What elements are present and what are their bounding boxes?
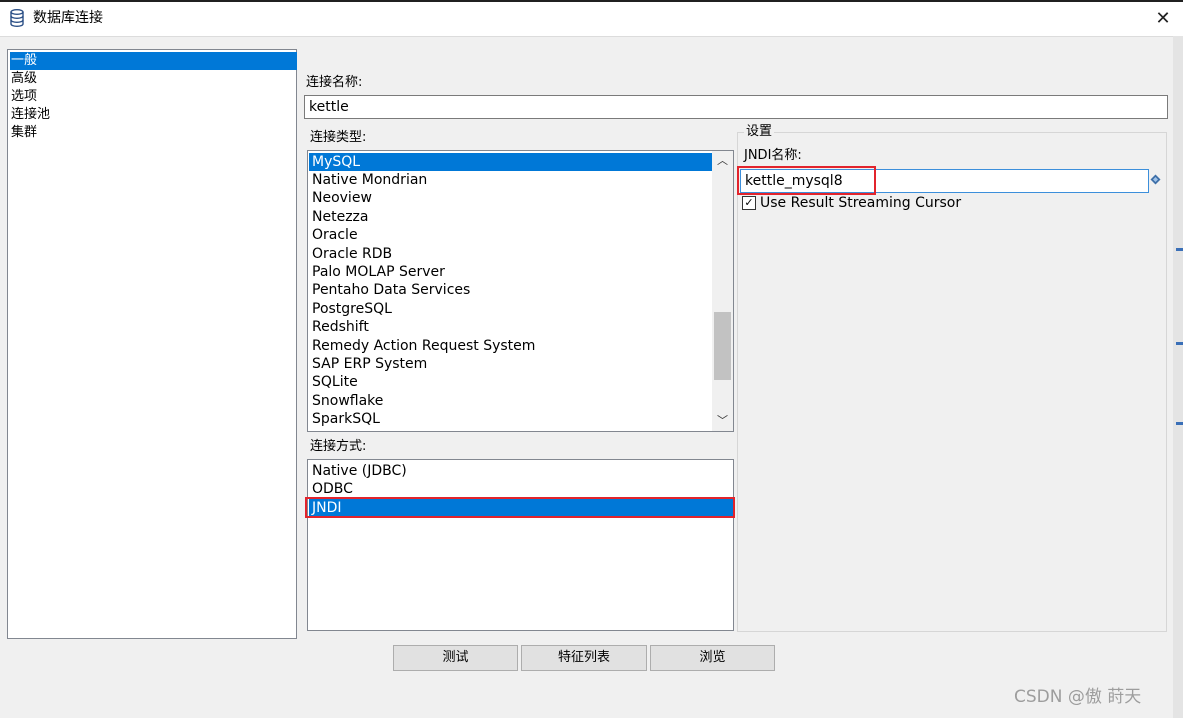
background-window-strip (1173, 36, 1183, 718)
diamond-variable-icon[interactable] (1150, 174, 1161, 185)
nav-item-options[interactable]: 选项 (10, 88, 297, 106)
streaming-cursor-checkbox[interactable]: ✓ (742, 196, 756, 210)
streaming-cursor-label: Use Result Streaming Cursor (760, 195, 962, 211)
list-item[interactable]: Snowflake (309, 392, 718, 410)
explore-button[interactable]: 浏览 (650, 645, 775, 671)
connection-type-label: 连接类型: (310, 130, 367, 145)
nav-item-general[interactable]: 一般 (10, 52, 297, 70)
list-item[interactable]: PostgreSQL (309, 300, 718, 318)
close-icon[interactable]: ✕ (1143, 2, 1183, 36)
list-item[interactable]: SAP ERP System (309, 355, 718, 373)
watermark: CSDN @傲 莳天 (1014, 687, 1142, 707)
window-title: 数据库连接 (33, 10, 103, 26)
list-item[interactable]: Redshift (309, 318, 718, 336)
scroll-up-arrow-icon[interactable]: ︿ (712, 151, 733, 171)
nav-item-advanced[interactable]: 高级 (10, 70, 297, 88)
list-item[interactable]: SparkSQL (309, 410, 718, 428)
connection-name-label: 连接名称: (306, 75, 363, 90)
list-item[interactable]: MySQL (309, 153, 718, 171)
test-button[interactable]: 测试 (393, 645, 518, 671)
access-method-list[interactable]: Native (JDBC) ODBC JNDI (307, 459, 735, 631)
scroll-down-arrow-icon[interactable]: ﹀ (712, 411, 733, 431)
list-item[interactable]: Oracle (309, 226, 718, 244)
category-nav-list: 一般 高级 选项 连接池 集群 (7, 49, 297, 639)
list-item[interactable]: Remedy Action Request System (309, 337, 718, 355)
jndi-name-label: JNDI名称: (744, 148, 802, 163)
annotation-highlight-box (305, 497, 735, 518)
list-item[interactable]: Oracle RDB (309, 245, 718, 263)
nav-item-clustering[interactable]: 集群 (10, 124, 297, 142)
connection-type-scrollbar[interactable] (712, 151, 733, 431)
list-item[interactable]: Pentaho Data Services (309, 281, 718, 299)
title-bar (0, 2, 1183, 36)
scrollbar-thumb[interactable] (714, 312, 731, 380)
annotation-highlight-box (737, 166, 876, 195)
list-item[interactable]: Native Mondrian (309, 171, 718, 189)
access-method-label: 连接方式: (310, 439, 367, 454)
list-item[interactable]: SQLite (309, 373, 718, 391)
list-item[interactable]: ODBC (309, 480, 735, 498)
list-item[interactable]: Neoview (309, 189, 718, 207)
connection-name-input[interactable]: kettle (304, 95, 1168, 119)
list-item[interactable]: Palo MOLAP Server (309, 263, 718, 281)
connection-type-list[interactable]: MySQL Native Mondrian Neoview Netezza Or… (307, 150, 734, 432)
list-item[interactable]: Netezza (309, 208, 718, 226)
database-icon (10, 9, 24, 27)
features-button[interactable]: 特征列表 (521, 645, 647, 671)
list-item[interactable]: Native (JDBC) (309, 462, 735, 480)
settings-legend: 设置 (744, 124, 775, 139)
nav-item-pooling[interactable]: 连接池 (10, 106, 297, 124)
